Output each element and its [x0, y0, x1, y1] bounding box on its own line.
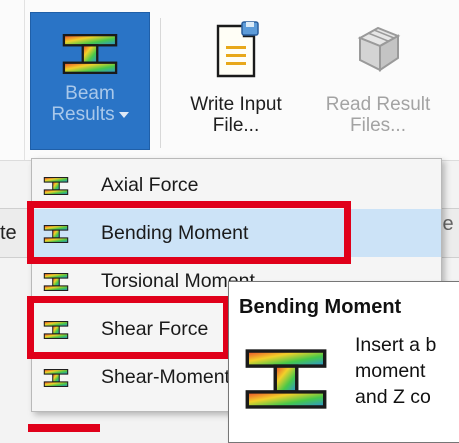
beam-results-icon [43, 368, 69, 388]
read-result-files-label: Read Result Files... [325, 94, 431, 136]
beam-results-icon [43, 176, 69, 196]
tooltip-description: Insert a b moment and Z co [355, 334, 437, 408]
read-result-files-button[interactable]: Read Result Files... [308, 14, 448, 136]
annotation-box-shear-force [27, 296, 230, 359]
chevron-down-icon [118, 111, 129, 118]
menu-item-label: Axial Force [101, 173, 199, 196]
tooltip: Bending Moment Insert a b moment and Z c… [228, 281, 459, 443]
write-input-file-icon [216, 21, 259, 78]
tooltip-title: Bending Moment [239, 296, 402, 318]
annotation-marker [28, 424, 100, 432]
menu-item-label: Shear-Moment [101, 365, 230, 388]
beam-results-button[interactable]: Beam Results [30, 12, 150, 150]
background-text-fragment-left: te [0, 222, 17, 244]
beam-results-label: Beam Results [51, 83, 115, 125]
ribbon-separator [160, 18, 161, 148]
write-input-file-button[interactable]: Write Input File... [168, 14, 304, 136]
beam-results-icon [243, 334, 329, 424]
ribbon-left-edge [0, 0, 25, 160]
annotation-box-bending-moment [27, 201, 351, 264]
write-input-file-label: Write Input File... [190, 94, 282, 136]
beam-results-icon [61, 31, 119, 77]
beam-results-icon [43, 272, 69, 292]
read-result-files-icon [357, 26, 401, 72]
